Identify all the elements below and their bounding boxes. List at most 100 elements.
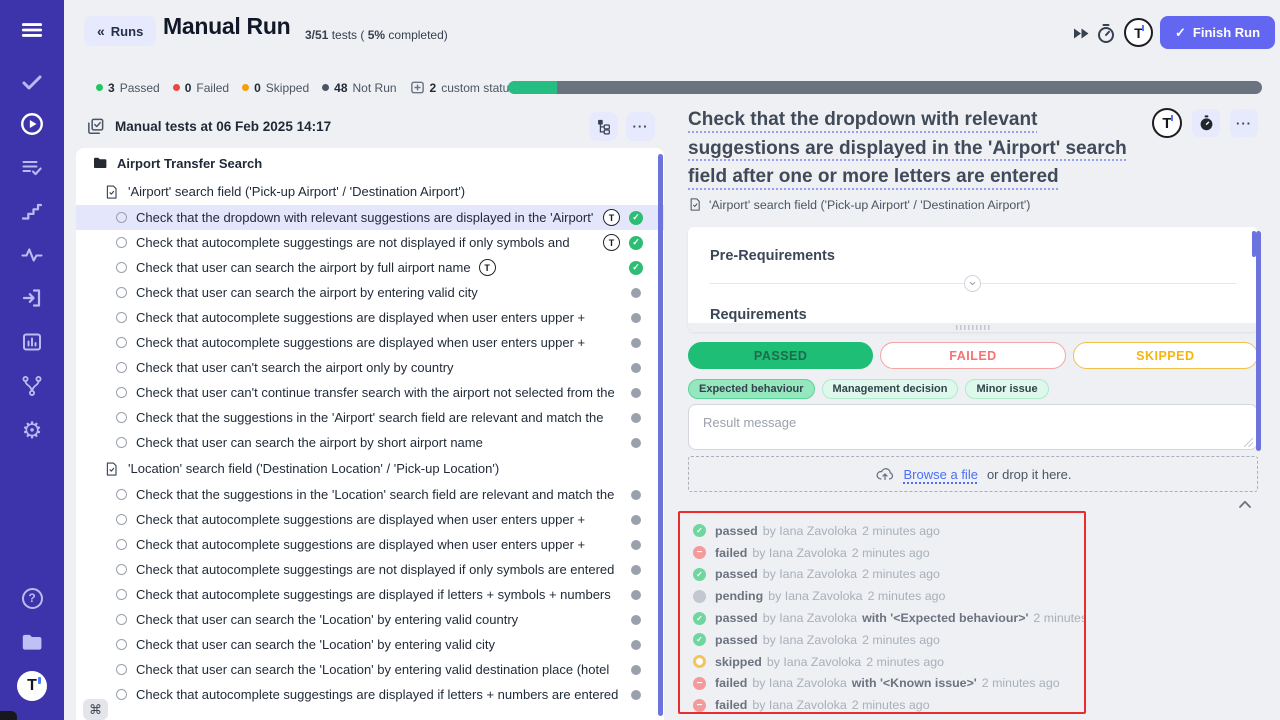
tree-row[interactable]: Check that user can search the 'Location… [76, 657, 664, 682]
status-count: 0 Skipped [242, 81, 309, 95]
status-button[interactable]: FAILED [880, 342, 1065, 369]
finish-run-button[interactable]: ✓ Finish Run [1160, 16, 1275, 49]
tree-row[interactable]: Airport Transfer Search [76, 148, 664, 178]
tree-row[interactable]: Check that the suggestions in the 'Airpo… [76, 405, 664, 430]
history-time: 2 minutes ago [852, 546, 930, 560]
tree-row[interactable]: 'Airport' search field ('Pick-up Airport… [76, 178, 664, 205]
tree-row[interactable]: Check that autocomplete suggestings are … [76, 682, 664, 707]
tree-item-label: Check that user can search the 'Location… [136, 612, 518, 627]
history-author: by Iana Zavoloka [752, 546, 846, 560]
automated-badge-icon[interactable]: T [1152, 108, 1182, 138]
detail-scrollbar[interactable] [1256, 231, 1261, 451]
tree-more-button[interactable]: ··· [626, 112, 655, 141]
test-tree-list: Airport Transfer Search 'Airport' search… [76, 148, 664, 707]
runs-play-icon[interactable] [0, 106, 64, 142]
menu-icon[interactable] [0, 12, 64, 48]
test-status-icon [631, 363, 641, 373]
tree-row[interactable]: Check that the suggestions in the 'Locat… [76, 482, 664, 507]
branch-icon[interactable] [0, 368, 64, 404]
result-message-input[interactable] [688, 404, 1258, 450]
tree-item-label: Check that autocomplete suggestings are … [136, 587, 611, 602]
history-list: passed by Iana Zavoloka 2 minutes ago fa… [693, 520, 1084, 714]
tree-row[interactable]: Check that autocomplete suggestions are … [76, 532, 664, 557]
history-annotation-box: passed by Iana Zavoloka 2 minutes ago fa… [678, 511, 1086, 714]
fast-forward-icon[interactable] [1072, 26, 1089, 41]
status-dot-icon [173, 84, 180, 91]
tree-view-button[interactable] [589, 112, 618, 141]
tree-item-label: Check that user can search the airport b… [136, 435, 483, 450]
test-status-icon [629, 236, 643, 250]
import-icon[interactable] [0, 280, 64, 316]
test-circle-icon [116, 287, 127, 298]
help-icon[interactable]: ? [0, 580, 64, 616]
status-button[interactable]: PASSED [688, 342, 873, 369]
settings-gear-icon[interactable]: ⚙ [0, 412, 64, 448]
test-breadcrumb[interactable]: 'Airport' search field ('Pick-up Airport… [688, 197, 1030, 212]
run-progress-bar[interactable] [508, 81, 1262, 94]
resize-handle[interactable] [688, 323, 1258, 332]
test-title[interactable]: Check that the dropdown with relevant su… [688, 106, 1152, 192]
run-meta: 3/51 tests ( 5% completed) [305, 28, 448, 42]
run-automated-logo[interactable]: T [1124, 18, 1153, 47]
testomat-logo[interactable]: T [0, 668, 64, 704]
requirements-card: Pre-Requirements Requirements [688, 227, 1258, 332]
steps-icon[interactable] [0, 194, 64, 230]
status-dot-icon [242, 84, 249, 91]
tree-scrollbar[interactable] [658, 154, 663, 716]
result-tag[interactable]: Expected behaviour [688, 379, 815, 399]
tree-row[interactable]: Check that user can't continue transfer … [76, 380, 664, 405]
test-more-button[interactable]: ··· [1230, 109, 1258, 137]
browse-file-link[interactable]: Browse a file [904, 467, 978, 482]
test-circle-icon [116, 589, 127, 600]
tree-row[interactable]: Check that user can search the airport b… [76, 280, 664, 305]
tree-row[interactable]: Check that the dropdown with relevant su… [76, 205, 664, 230]
tree-row[interactable]: Check that user can search the 'Location… [76, 632, 664, 657]
tree-item-label: Check that autocomplete suggestions are … [136, 512, 585, 527]
test-circle-icon [116, 262, 127, 273]
test-status-icon [631, 438, 641, 448]
tree-row[interactable]: Check that autocomplete suggestions are … [76, 330, 664, 355]
textarea-resize-icon[interactable] [1244, 438, 1253, 447]
history-status-icon [693, 699, 706, 712]
tree-row[interactable]: Check that autocomplete suggestings are … [76, 582, 664, 607]
collapse-history-icon[interactable] [1238, 497, 1252, 512]
test-circle-icon [116, 212, 127, 223]
history-status-icon [693, 655, 706, 668]
result-tag[interactable]: Management decision [822, 379, 959, 399]
history-entry: failed by Iana Zavoloka 2 minutes ago [693, 694, 1084, 714]
tree-row[interactable]: Check that user can search the airport b… [76, 430, 664, 455]
check-icon: ✓ [1175, 25, 1186, 41]
projects-folder-icon[interactable] [0, 624, 64, 660]
tree-row[interactable]: Check that user can search the airport b… [76, 255, 664, 280]
result-tag[interactable]: Minor issue [965, 379, 1048, 399]
tree-row[interactable]: Check that autocomplete suggestions are … [76, 507, 664, 532]
reports-chart-icon[interactable] [0, 324, 64, 360]
analytics-pulse-icon[interactable] [0, 237, 64, 273]
tree-row[interactable]: Check that autocomplete suggestions are … [76, 305, 664, 330]
status-button[interactable]: SKIPPED [1073, 342, 1258, 369]
collapse-section-toggle[interactable] [964, 275, 981, 292]
tree-row[interactable]: 'Location' search field ('Destination Lo… [76, 455, 664, 482]
history-with-tag: with '<Expected behaviour>' [862, 611, 1028, 625]
history-entry: passed by Iana Zavoloka 2 minutes ago [693, 564, 1084, 586]
stopwatch-icon[interactable] [1096, 23, 1116, 44]
tree-row[interactable]: Check that autocomplete suggestings are … [76, 230, 664, 255]
tree-item-label: Check that autocomplete suggestings are … [136, 562, 614, 577]
tests-check-icon[interactable] [0, 64, 64, 100]
drop-hint: or drop it here. [987, 467, 1072, 482]
history-time: 2 minutes ago [866, 655, 944, 669]
tree-row[interactable]: Check that user can search the 'Location… [76, 607, 664, 632]
automated-badge-icon: T [603, 234, 620, 251]
history-author: by Iana Zavoloka [763, 633, 857, 647]
history-status-label: pending [715, 589, 763, 603]
tree-row[interactable]: Check that autocomplete suggestings are … [76, 557, 664, 582]
tree-row[interactable]: Check that user can't search the airport… [76, 355, 664, 380]
test-circle-icon [116, 237, 127, 248]
test-plans-icon[interactable] [0, 150, 64, 186]
history-author: by Iana Zavoloka [763, 524, 857, 538]
file-dropzone[interactable]: Browse a file or drop it here. [688, 456, 1258, 492]
test-timer-button[interactable] [1192, 109, 1220, 137]
test-case-doc-icon [104, 184, 119, 200]
back-to-runs-button[interactable]: « Runs [84, 16, 156, 46]
test-circle-icon [116, 639, 127, 650]
